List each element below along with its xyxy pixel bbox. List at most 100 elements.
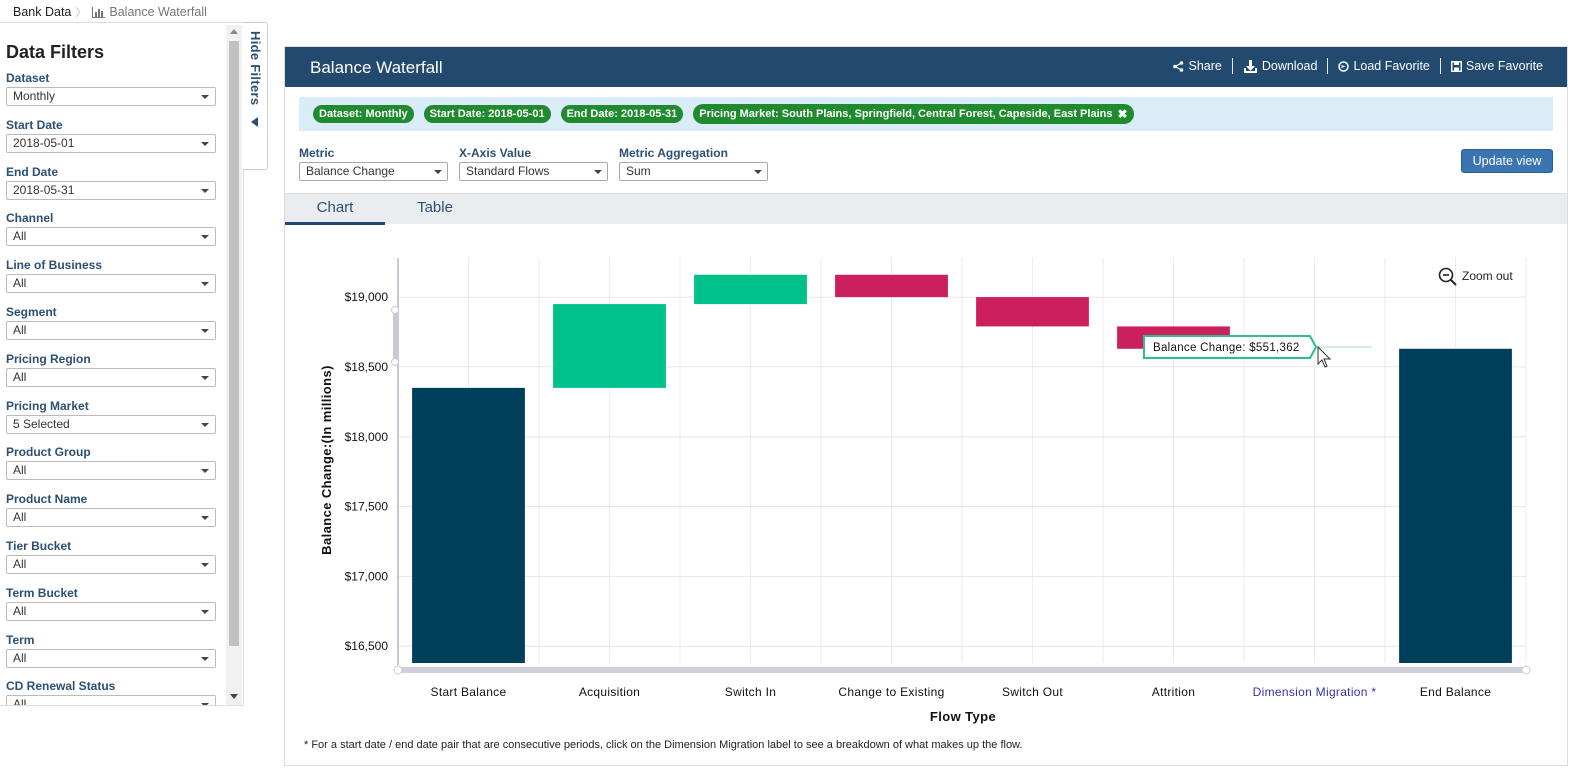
filter-label: Product Name xyxy=(6,492,88,507)
filter-pricing-region: Pricing Region All xyxy=(6,352,216,399)
filter-label: Channel xyxy=(6,211,54,226)
chevron-down-icon xyxy=(201,516,209,521)
filter-value: All xyxy=(13,276,27,291)
filter-select[interactable]: All xyxy=(6,601,216,621)
chevron-down-icon xyxy=(201,188,209,193)
filter-pill-label: End Date: 2018-05-31 xyxy=(566,108,678,120)
share-icon xyxy=(1173,60,1184,72)
chevron-down-icon xyxy=(201,141,209,146)
filter-select[interactable]: All xyxy=(6,320,216,340)
filter-value: All xyxy=(13,603,27,618)
bar-start-balance[interactable] xyxy=(412,387,525,663)
download-button[interactable]: Download xyxy=(1233,59,1328,74)
filter-select[interactable]: All xyxy=(6,554,216,574)
filter-value: All xyxy=(13,229,27,244)
save-favorite-button[interactable]: Save Favorite xyxy=(1441,59,1553,73)
filter-label: CD Renewal Status xyxy=(6,679,116,694)
filter-select[interactable]: 2018-05-31 xyxy=(6,180,216,200)
filter-label: Tier Bucket xyxy=(6,538,72,553)
remove-filter-icon[interactable]: ✖ xyxy=(1117,107,1127,121)
filter-value: All xyxy=(13,369,27,384)
aggregation-select[interactable]: Sum xyxy=(619,162,768,181)
chevron-down-icon xyxy=(594,170,602,174)
filter-select[interactable]: All xyxy=(6,508,216,528)
bar-end-balance[interactable] xyxy=(1399,348,1512,663)
bar-switch-out[interactable] xyxy=(976,297,1089,327)
filter-select[interactable]: All xyxy=(6,648,216,668)
load-icon xyxy=(1338,60,1350,72)
chevron-down-icon xyxy=(201,282,209,287)
share-button[interactable]: Share xyxy=(1163,59,1231,73)
filter-segment: Segment All xyxy=(6,305,216,352)
filter-select[interactable]: All xyxy=(6,461,216,481)
filter-dataset: Dataset Monthly xyxy=(6,71,216,118)
filter-pill-end-date: End Date: 2018-05-31 xyxy=(560,105,684,123)
divider xyxy=(1327,58,1329,74)
x-axis-control: X-Axis Value Standard Flows xyxy=(459,146,608,181)
chevron-down-icon xyxy=(754,170,762,174)
divider xyxy=(1231,58,1233,74)
filter-value: All xyxy=(13,510,27,525)
filter-value: 5 Selected xyxy=(13,416,70,431)
filter-line-of-business: Line of Business All xyxy=(6,258,216,305)
tab-chart[interactable]: Chart xyxy=(285,194,385,225)
filter-label: Pricing Market xyxy=(6,398,89,413)
breadcrumb-root[interactable]: Bank Data xyxy=(13,5,71,19)
breadcrumb-current: Balance Waterfall xyxy=(92,5,207,19)
tab-table[interactable]: Table xyxy=(385,194,485,225)
chevron-down-icon xyxy=(201,375,209,380)
load-favorite-label: Load Favorite xyxy=(1353,59,1430,73)
filter-value: All xyxy=(13,650,27,665)
aggregation-value: Sum xyxy=(626,164,651,178)
bar-switch-in[interactable] xyxy=(694,274,807,305)
scroll-up-arrow-icon[interactable] xyxy=(230,29,238,34)
scroll-down-arrow-icon[interactable] xyxy=(230,694,238,699)
hide-filters-toggle[interactable]: Hide Filters xyxy=(243,22,268,170)
bar-attrition[interactable] xyxy=(1117,326,1230,349)
filter-product-group: Product Group All xyxy=(6,445,216,492)
filter-value: All xyxy=(13,697,27,706)
bar-acquisition[interactable] xyxy=(553,304,666,388)
x-axis-select[interactable]: Standard Flows xyxy=(459,162,608,181)
chevron-down-icon xyxy=(201,328,209,333)
filter-select[interactable]: Monthly xyxy=(6,87,216,106)
filter-term-bucket: Term Bucket All xyxy=(6,586,216,633)
filter-value: All xyxy=(13,556,27,571)
chevron-down-icon xyxy=(201,562,209,567)
download-label: Download xyxy=(1261,59,1318,73)
filter-select[interactable]: All xyxy=(6,367,216,387)
filter-pill-start-date: Start Date: 2018-05-01 xyxy=(423,105,551,123)
metric-select[interactable]: Balance Change xyxy=(299,162,448,181)
metric-value: Balance Change xyxy=(306,164,395,178)
filter-select[interactable]: All xyxy=(6,695,216,706)
filter-tier-bucket: Tier Bucket All xyxy=(6,539,216,586)
filter-pill-pricing-market: Pricing Market: South Plains, Springfiel… xyxy=(693,104,1134,124)
filter-product-name: Product Name All xyxy=(6,492,216,539)
chevron-down-icon xyxy=(434,170,442,174)
breadcrumb-current-label: Balance Waterfall xyxy=(109,5,207,19)
panel-header: Balance Waterfall Share Download Load Fa… xyxy=(285,47,1567,87)
dimension-migration-link[interactable]: Dimension Migration * xyxy=(1253,685,1377,699)
save-icon xyxy=(1450,60,1462,72)
view-tabs: Chart Table xyxy=(285,193,1567,225)
chevron-down-icon xyxy=(201,703,209,705)
filter-select[interactable]: All xyxy=(6,227,216,247)
hide-filters-label: Hide Filters xyxy=(248,31,263,106)
filter-label: Term Bucket xyxy=(6,585,78,600)
chevron-down-icon xyxy=(201,469,209,474)
load-favorite-button[interactable]: Load Favorite xyxy=(1328,59,1439,73)
update-view-button[interactable]: Update view xyxy=(1461,149,1553,173)
share-label: Share xyxy=(1188,59,1222,73)
filter-select[interactable]: 5 Selected xyxy=(6,414,216,434)
breadcrumb: Bank Data 〉 Balance Waterfall xyxy=(0,0,207,24)
filter-start-date: Start Date 2018-05-01 xyxy=(6,118,216,165)
filters-sidebar: Data Filters Dataset Monthly Start Date 201… xyxy=(0,22,244,706)
bar-change-to-existing[interactable] xyxy=(835,274,948,298)
scrollbar-thumb[interactable] xyxy=(229,41,239,646)
filter-select[interactable]: 2018-05-01 xyxy=(6,133,216,153)
filter-select[interactable]: All xyxy=(6,274,216,294)
filter-label: Product Group xyxy=(6,445,91,460)
collapse-left-icon xyxy=(251,117,258,127)
filter-label: Dataset xyxy=(6,71,50,85)
sidebar-scrollbar[interactable] xyxy=(226,25,242,705)
